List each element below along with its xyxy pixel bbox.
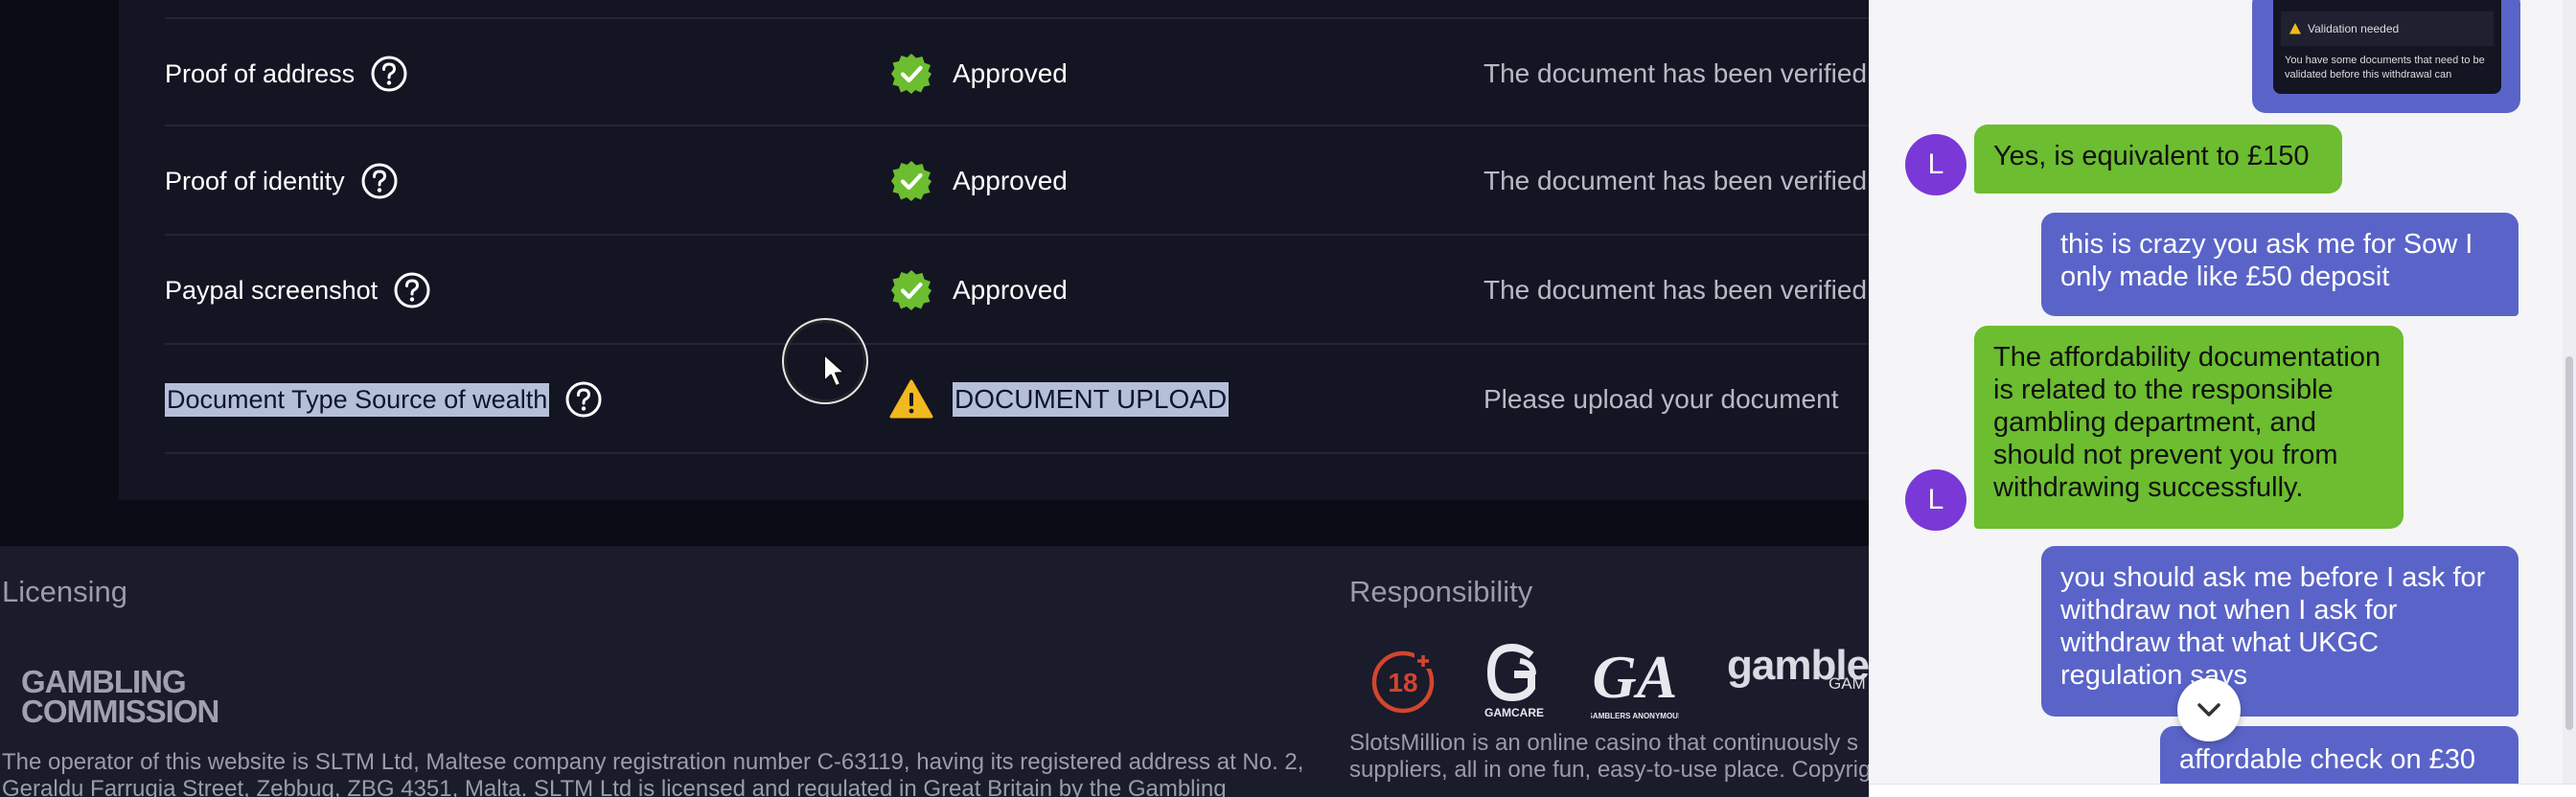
chat-panel: Validation needed You have some document… (1869, 0, 2576, 797)
status-label: Approved (953, 166, 1068, 195)
licensing-text-line: The operator of this website is SLTM Ltd… (2, 749, 1304, 775)
age-18-logo[interactable]: 18 (1370, 649, 1436, 719)
document-row: Proof of identity Approved The document … (165, 126, 1869, 236)
svg-text:GAMBLERS ANONYMOUS: GAMBLERS ANONYMOUS (1591, 712, 1679, 720)
agent-avatar: L (1905, 134, 1966, 195)
user-message: you should ask me before I ask for withd… (2041, 546, 2518, 717)
agent-message: Yes, is equivalent to £150 (1974, 125, 2342, 194)
status-description: Please upload your document (1484, 384, 1839, 414)
document-name-label: Proof of identity (165, 166, 345, 195)
agent-message: The affordability documentation is relat… (1974, 326, 2404, 529)
user-message: this is crazy you ask me for Sow I only … (2041, 213, 2518, 316)
licensing-heading: Licensing (2, 575, 127, 608)
status-description: The document has been verified (1484, 58, 1868, 88)
help-icon[interactable] (360, 162, 399, 200)
screenshot-thumbnail: Validation needed You have some document… (2273, 0, 2501, 94)
warning-triangle-icon (2289, 23, 2301, 34)
agent-avatar: L (1905, 469, 1966, 531)
svg-text:GAMCARE: GAMCARE (1484, 706, 1544, 719)
svg-text:GA: GA (1593, 643, 1678, 711)
document-row: Document Type Source of wealth DOCUMENT … (165, 345, 1869, 454)
image-attachment-bubble[interactable]: Validation needed You have some document… (2252, 0, 2520, 113)
responsibility-heading: Responsibility (1349, 575, 1533, 608)
status-cell: Approved (889, 126, 1068, 236)
check-badge-icon (889, 268, 933, 312)
status-label: Approved (953, 58, 1068, 88)
document-name: Proof of identity (165, 126, 399, 236)
status-cell: Approved (889, 19, 1068, 128)
check-badge-icon (889, 52, 933, 96)
document-name: Proof of address (165, 19, 408, 128)
document-row: Proof of address Approved The document h… (165, 17, 1869, 126)
document-row: Paypal screenshot Approved The document … (165, 236, 1869, 345)
mouse-pointer-icon (822, 353, 847, 394)
chat-scrollbar[interactable] (2563, 0, 2576, 784)
status-description: The document has been verified (1484, 275, 1868, 305)
help-icon[interactable] (393, 271, 431, 309)
check-badge-icon (889, 159, 933, 203)
validation-text: You have some documents that need to be … (2285, 55, 2485, 80)
responsibility-text-line: suppliers, all in one fun, easy-to-use p… (1349, 757, 1869, 783)
documents-page: Proof of address Approved The document h… (0, 0, 1869, 797)
footer: Licensing GAMBLING COMMISSION The operat… (0, 546, 1869, 797)
scroll-down-button[interactable] (2177, 678, 2241, 741)
chevron-down-icon (2197, 703, 2220, 717)
status-cell: Approved (889, 236, 1068, 345)
validation-banner: Validation needed (2281, 11, 2494, 46)
svg-text:18: 18 (1388, 668, 1417, 697)
status-description: The document has been verified (1484, 166, 1868, 195)
gamblers-anonymous-logo[interactable]: GA GAMBLERS ANONYMOUS (1587, 638, 1684, 731)
warning-triangle-icon (889, 377, 933, 421)
gamcare-logo[interactable]: GAMCARE (1482, 642, 1549, 727)
document-upload-button[interactable]: DOCUMENT UPLOAD (953, 382, 1230, 417)
document-name-label: Document Type Source of wealth (165, 382, 550, 417)
document-name: Document Type Source of wealth (165, 345, 603, 454)
gambleaware-sub: GAM (1828, 674, 1866, 693)
document-name: Paypal screenshot (165, 236, 431, 345)
help-icon[interactable] (370, 55, 408, 93)
help-icon[interactable] (564, 380, 603, 419)
status-cell: DOCUMENT UPLOAD (889, 345, 1230, 454)
chat-scrollbar-thumb[interactable] (2565, 356, 2573, 730)
gambling-commission-logo[interactable]: GAMBLING COMMISSION (21, 666, 219, 727)
licensing-text-line: Geraldu Farrugia Street, Zebbug, ZBG 435… (2, 776, 1227, 797)
document-name-label: Paypal screenshot (165, 275, 379, 305)
status-label: Approved (953, 275, 1068, 305)
responsibility-text-line: SlotsMillion is an online casino that co… (1349, 730, 1858, 756)
chat-input-edge (1869, 784, 2576, 797)
document-name-label: Proof of address (165, 58, 356, 88)
